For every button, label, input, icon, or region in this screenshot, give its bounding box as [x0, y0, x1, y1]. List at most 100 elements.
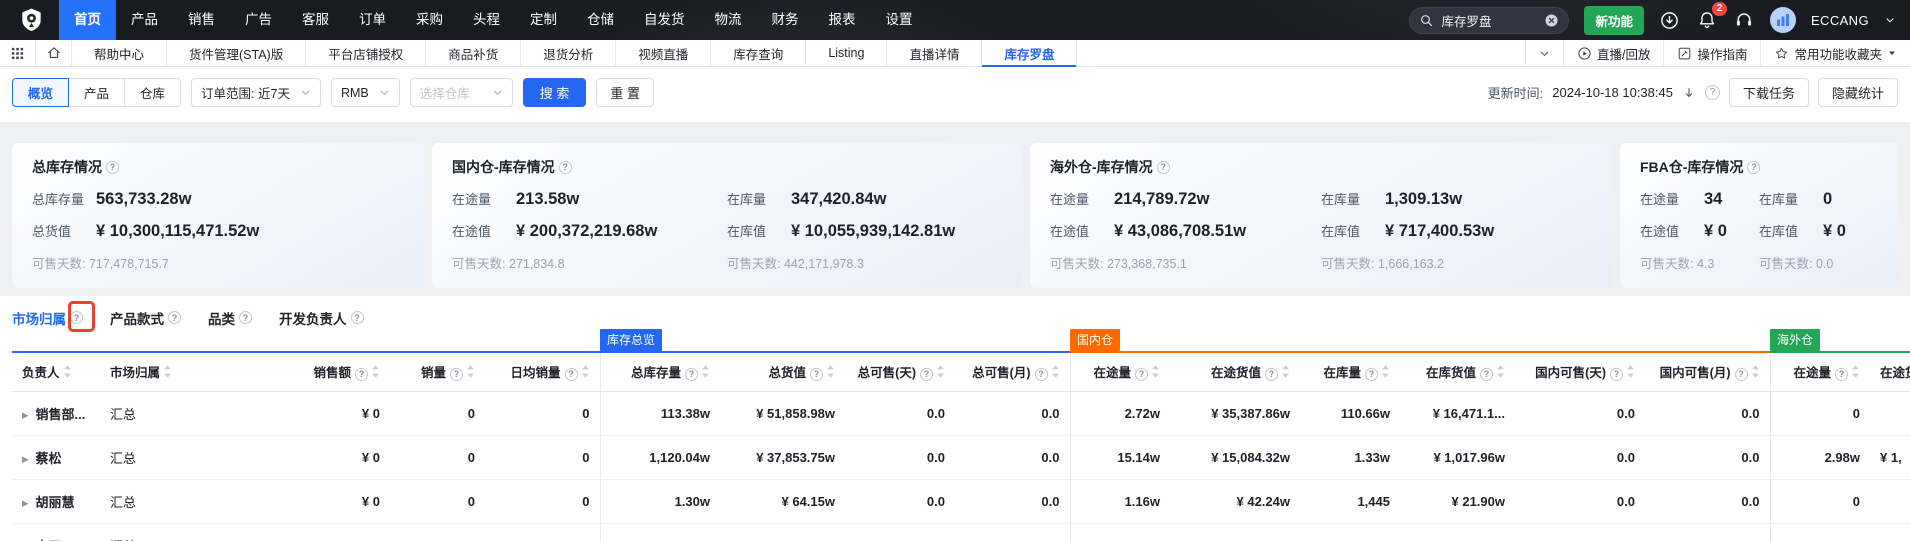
column-header[interactable]: 总库存量? [600, 353, 720, 392]
help-icon[interactable]: ? [1035, 368, 1048, 381]
column-header[interactable]: 日均销量? [485, 353, 600, 392]
column-header[interactable]: 销量? [390, 353, 485, 392]
sort-icon[interactable] [701, 364, 710, 382]
column-header[interactable]: 在库货值? [1400, 353, 1515, 392]
workspace-tab[interactable]: 库存查询 [711, 40, 806, 66]
sort-icon[interactable] [826, 364, 835, 382]
column-header[interactable]: 在途货值? [1870, 353, 1910, 392]
sort-icon[interactable] [1051, 364, 1060, 382]
home-icon[interactable] [36, 40, 72, 66]
column-header[interactable]: 国内可售(天)? [1515, 353, 1645, 392]
view-button[interactable]: 仓库 [124, 78, 181, 107]
expand-icon[interactable]: ▶ [22, 410, 29, 420]
nav-item[interactable]: 设置 [871, 0, 928, 40]
workspace-tab[interactable]: 视频直播 [616, 40, 711, 66]
help-icon[interactable]: ? [70, 311, 83, 324]
warehouse-dropdown[interactable]: 选择仓库 [410, 78, 513, 107]
workspace-tab[interactable]: 库存罗盘 [982, 40, 1077, 66]
account-chevron-down-icon[interactable] [1884, 14, 1896, 26]
nav-item[interactable]: 销售 [173, 0, 230, 40]
help-icon[interactable]: ? [1735, 368, 1748, 381]
help-icon[interactable]: ? [685, 368, 698, 381]
help-icon[interactable]: ? [810, 368, 823, 381]
avatar[interactable] [1770, 7, 1796, 33]
help-icon[interactable]: ? [355, 368, 368, 381]
column-header[interactable]: 销售额? [230, 353, 390, 392]
sort-icon[interactable] [1496, 364, 1505, 382]
help-icon[interactable]: ? [168, 311, 181, 324]
apps-grid-icon[interactable] [0, 40, 36, 66]
view-button[interactable]: 产品 [68, 78, 125, 107]
nav-item[interactable]: 订单 [344, 0, 401, 40]
column-header[interactable]: 在途量? [1770, 353, 1870, 392]
search-button[interactable]: 搜 索 [523, 78, 587, 107]
guide-button[interactable]: 操作指南 [1663, 40, 1760, 66]
help-icon[interactable]: ? [1705, 85, 1720, 100]
help-icon[interactable]: ? [450, 368, 463, 381]
sort-icon[interactable] [1381, 364, 1390, 382]
nav-item[interactable]: 产品 [116, 0, 173, 40]
currency-dropdown[interactable]: RMB [331, 78, 400, 107]
column-header[interactable]: 在库量? [1300, 353, 1400, 392]
panel-tab[interactable]: 市场归属? [12, 308, 83, 328]
nav-item[interactable]: 物流 [700, 0, 757, 40]
help-icon[interactable]: ? [1365, 368, 1378, 381]
help-icon[interactable]: ? [565, 368, 578, 381]
sort-icon[interactable] [1851, 364, 1860, 382]
view-button[interactable]: 概览 [12, 78, 69, 107]
help-icon[interactable]: ? [1480, 368, 1493, 381]
nav-item[interactable]: 财务 [757, 0, 814, 40]
workspace-tab[interactable]: 直播详情 [887, 40, 982, 66]
sort-icon[interactable] [1151, 364, 1160, 382]
help-icon[interactable]: ? [559, 161, 572, 174]
help-icon[interactable]: ? [920, 368, 933, 381]
sort-icon[interactable] [936, 364, 945, 382]
help-icon[interactable]: ? [1610, 368, 1623, 381]
sort-icon[interactable] [163, 364, 172, 382]
new-feature-button[interactable]: 新功能 [1584, 6, 1644, 35]
hide-stats-button[interactable]: 隐藏统计 [1818, 78, 1898, 107]
global-search-input[interactable]: 库存罗盘 [1409, 7, 1569, 34]
app-logo-icon[interactable] [18, 7, 45, 34]
help-icon[interactable]: ? [1135, 368, 1148, 381]
refresh-arrow-icon[interactable] [1682, 86, 1696, 100]
help-icon[interactable]: ? [351, 311, 364, 324]
column-header[interactable]: 市场归属 [100, 353, 230, 392]
column-header[interactable]: 在途货值? [1170, 353, 1300, 392]
tabs-collapse-chevron-icon[interactable] [1525, 40, 1563, 66]
nav-item[interactable]: 首页 [59, 0, 116, 40]
sort-icon[interactable] [1626, 364, 1635, 382]
column-header[interactable]: 总可售(月)? [955, 353, 1070, 392]
workspace-tab[interactable]: 帮助中心 [72, 40, 167, 66]
nav-item[interactable]: 报表 [814, 0, 871, 40]
sort-icon[interactable] [1751, 364, 1760, 382]
nav-item[interactable]: 仓储 [572, 0, 629, 40]
account-name[interactable]: ECCANG [1811, 13, 1869, 28]
sort-icon[interactable] [581, 364, 590, 382]
nav-item[interactable]: 自发货 [629, 0, 700, 40]
nav-item[interactable]: 定制 [515, 0, 572, 40]
workspace-tab[interactable]: 退货分析 [521, 40, 616, 66]
support-headset-icon[interactable] [1733, 9, 1755, 31]
live-replay-button[interactable]: 直播/回放 [1563, 40, 1663, 66]
help-icon[interactable]: ? [1157, 161, 1170, 174]
sort-icon[interactable] [63, 364, 72, 382]
workspace-tab[interactable]: 货件管理(STA)版 [167, 40, 306, 66]
favorites-button[interactable]: 常用功能收藏夹 [1760, 40, 1910, 66]
sort-icon[interactable] [1281, 364, 1290, 382]
column-header[interactable]: 总可售(天)? [845, 353, 955, 392]
order-range-dropdown[interactable]: 订单范围: 近7天 [191, 78, 321, 107]
help-icon[interactable]: ? [106, 161, 119, 174]
panel-tab[interactable]: 品类? [208, 308, 252, 328]
workspace-tab[interactable]: 商品补货 [426, 40, 521, 66]
download-center-icon[interactable] [1659, 9, 1681, 31]
column-header[interactable]: 在途量? [1070, 353, 1170, 392]
panel-tab[interactable]: 开发负责人? [279, 308, 364, 328]
help-icon[interactable]: ? [1265, 368, 1278, 381]
download-tasks-button[interactable]: 下载任务 [1729, 78, 1809, 107]
reset-button[interactable]: 重 置 [596, 78, 654, 107]
nav-item[interactable]: 采购 [401, 0, 458, 40]
nav-item[interactable]: 客服 [287, 0, 344, 40]
column-header[interactable]: 总货值? [720, 353, 845, 392]
column-header[interactable]: 负责人 [12, 353, 100, 392]
